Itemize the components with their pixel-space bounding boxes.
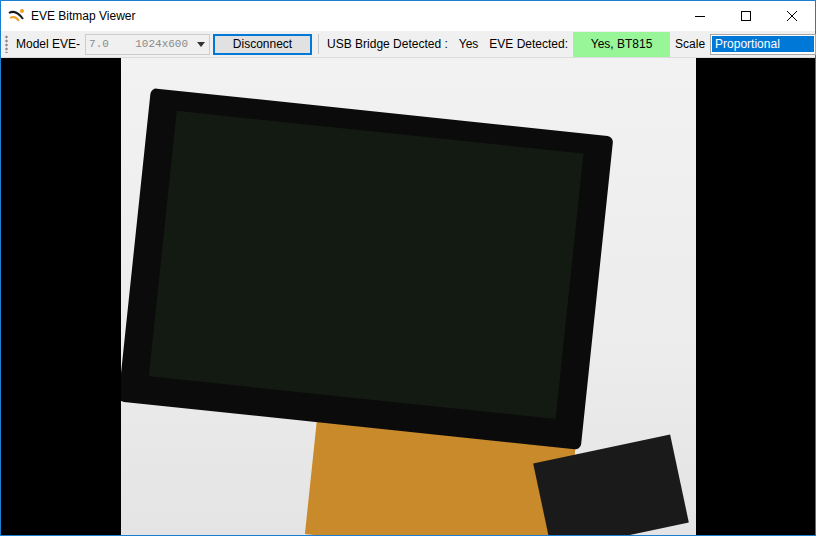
display-panel xyxy=(121,88,613,450)
close-icon[interactable] xyxy=(787,11,797,21)
window-title: EVE Bitmap Viewer xyxy=(31,7,677,25)
maximize-icon[interactable] xyxy=(741,11,751,21)
bitmap-viewer xyxy=(1,58,815,535)
minimize-icon[interactable] xyxy=(695,11,705,21)
usb-status: Yes xyxy=(453,32,485,57)
app-window: EVE Bitmap Viewer Model EVE-7.0 1024x600 D… xyxy=(0,0,816,536)
bitmap-photo xyxy=(121,58,696,535)
toolbar-grip-icon[interactable] xyxy=(5,35,8,53)
title-bar: EVE Bitmap Viewer xyxy=(1,1,815,31)
dropdown-arrow-icon[interactable] xyxy=(197,42,205,47)
scale-select-value[interactable]: Proportional xyxy=(712,36,814,52)
model-select-arrow xyxy=(193,35,209,54)
app-logo-icon xyxy=(7,7,25,25)
scale-label: Scale xyxy=(673,35,707,53)
eve-label: EVE Detected: xyxy=(487,35,570,53)
toolbar-separator xyxy=(318,34,319,54)
model-select: 7.0 1024x600 xyxy=(85,34,210,55)
eve-status: Yes, BT815 xyxy=(573,32,670,57)
display-area xyxy=(148,111,583,419)
scale-select[interactable]: Proportional xyxy=(710,34,816,55)
disconnect-button[interactable]: Disconnect xyxy=(213,34,312,55)
scale-select-arrow[interactable] xyxy=(815,35,816,54)
eve-status-text: Yes, BT815 xyxy=(591,35,653,53)
model-label: Model EVE- xyxy=(14,35,82,53)
toolbar: Model EVE-7.0 1024x600 Disconnect USB Brid… xyxy=(1,31,815,58)
model-select-value: 7.0 1024x600 xyxy=(86,36,193,53)
close-button[interactable] xyxy=(769,1,815,31)
maximize-button[interactable] xyxy=(723,1,769,31)
minimize-button[interactable] xyxy=(677,1,723,31)
usb-label: USB Bridge Detected : xyxy=(325,35,450,53)
